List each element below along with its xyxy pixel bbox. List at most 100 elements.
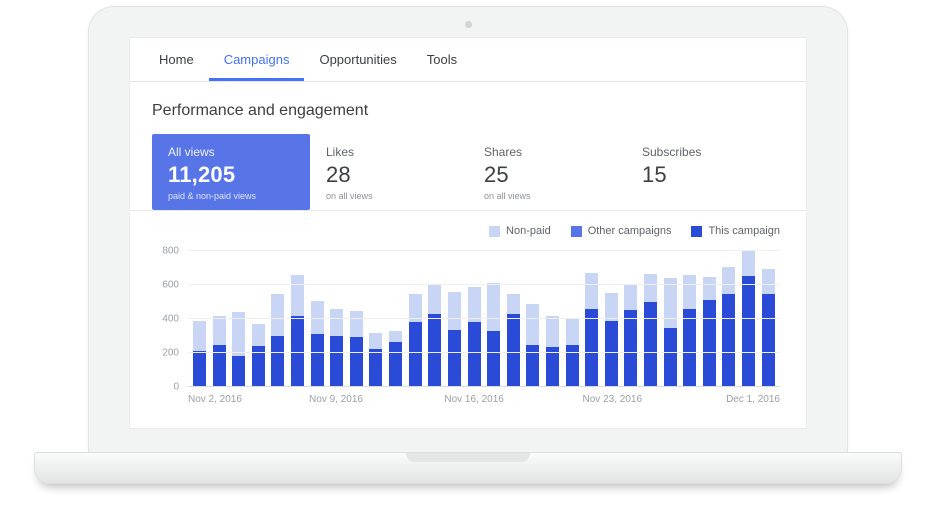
metric-sub: on all views: [484, 191, 610, 201]
nav-tab-home[interactable]: Home: [144, 38, 209, 81]
bar: [664, 251, 677, 387]
x-axis-label: Nov 16, 2016: [444, 394, 504, 405]
chart-legend: Non-paid Other campaigns This campaign: [130, 211, 806, 249]
bar: [428, 251, 441, 387]
x-axis-label: Nov 9, 2016: [309, 394, 363, 405]
bar-segment-this-campaign: [742, 276, 755, 387]
bar-segment-non-paid: [428, 285, 441, 314]
nav-tab-campaigns[interactable]: Campaigns: [209, 38, 305, 81]
y-axis-label: 200: [162, 348, 179, 359]
nav-tab-tools[interactable]: Tools: [412, 38, 472, 81]
bar: [526, 251, 539, 387]
legend-item-this-campaign[interactable]: This campaign: [691, 225, 780, 237]
bar-segment-this-campaign: [350, 337, 363, 387]
bar-segment-this-campaign: [526, 345, 539, 388]
bar-segment-this-campaign: [369, 349, 382, 387]
metric-card-shares[interactable]: Shares25on all views: [468, 134, 626, 210]
chart-area: 0200400600800 Nov 2, 2016 Nov 9, 2016 Nov …: [130, 249, 806, 410]
bar-segment-non-paid: [624, 285, 637, 310]
bar: [350, 251, 363, 387]
bar: [291, 251, 304, 387]
x-axis-label: Dec 1, 2016: [726, 394, 780, 405]
bar-chart: 0200400600800: [188, 251, 780, 387]
laptop-base: [34, 452, 902, 484]
bar-segment-non-paid: [762, 269, 775, 295]
bar-segment-non-paid: [683, 275, 696, 309]
metric-sub: on all views: [326, 191, 452, 201]
legend-label: Other campaigns: [588, 225, 672, 237]
bar-segment-this-campaign: [683, 309, 696, 387]
bar-segment-non-paid: [448, 292, 461, 330]
bar: [369, 251, 382, 387]
laptop-frame: HomeCampaignsOpportunitiesTools Performa…: [88, 6, 848, 456]
laptop-camera: [465, 21, 472, 28]
metric-card-subscribes[interactable]: Subscribes15: [626, 134, 784, 210]
bar-segment-this-campaign: [703, 300, 716, 387]
gridline: [188, 318, 780, 319]
y-axis-label: 0: [173, 382, 179, 393]
gridline: [188, 284, 780, 285]
bar: [232, 251, 245, 387]
bar: [311, 251, 324, 387]
app-window: HomeCampaignsOpportunitiesTools Performa…: [129, 37, 807, 429]
bar: [762, 251, 775, 387]
bar-segment-non-paid: [252, 324, 265, 346]
bar-segment-non-paid: [213, 316, 226, 345]
metric-value: 25: [484, 162, 610, 188]
bar: [213, 251, 226, 387]
bar: [683, 251, 696, 387]
x-axis-label: Nov 2, 2016: [188, 394, 242, 405]
bar-segment-non-paid: [193, 321, 206, 352]
bar-segment-this-campaign: [213, 345, 226, 388]
bar-segment-this-campaign: [468, 322, 481, 387]
bar-segment-non-paid: [291, 275, 304, 316]
bar: [487, 251, 500, 387]
bar: [448, 251, 461, 387]
metric-value: 15: [642, 162, 768, 188]
bar-segment-this-campaign: [389, 342, 402, 387]
metric-card-likes[interactable]: Likes28on all views: [310, 134, 468, 210]
laptop-base-notch: [406, 453, 530, 462]
bar-segment-this-campaign: [330, 336, 343, 387]
gridline: [188, 250, 780, 251]
bar-segment-this-campaign: [448, 330, 461, 387]
legend-item-other-campaigns[interactable]: Other campaigns: [571, 225, 672, 237]
legend-item-non-paid[interactable]: Non-paid: [489, 225, 551, 237]
nav-tab-opportunities[interactable]: Opportunities: [304, 38, 411, 81]
bar-segment-this-campaign: [428, 314, 441, 387]
bar: [468, 251, 481, 387]
bar-segment-non-paid: [507, 294, 520, 314]
bar: [271, 251, 284, 387]
legend-swatch-other-campaigns: [571, 226, 582, 237]
bar-segment-this-campaign: [644, 302, 657, 387]
legend-swatch-non-paid: [489, 226, 500, 237]
bar-segment-non-paid: [742, 251, 755, 276]
bar-segment-non-paid: [605, 293, 618, 321]
bar-segment-non-paid: [703, 277, 716, 301]
bar-segment-this-campaign: [624, 310, 637, 387]
bar: [605, 251, 618, 387]
y-axis-label: 400: [162, 314, 179, 325]
metric-value: 11,205: [168, 162, 294, 188]
bar: [252, 251, 265, 387]
metric-label: Likes: [326, 145, 452, 159]
bar: [703, 251, 716, 387]
y-axis-label: 600: [162, 280, 179, 291]
bar-segment-non-paid: [526, 304, 539, 345]
metric-card-all-views[interactable]: All views11,205paid & non-paid views: [152, 134, 310, 210]
gridline: [188, 386, 780, 387]
bar-segment-this-campaign: [664, 328, 677, 388]
bar-segment-non-paid: [389, 331, 402, 342]
bar-segment-this-campaign: [546, 347, 559, 387]
legend-swatch-this-campaign: [691, 226, 702, 237]
bar: [566, 251, 579, 387]
bar-segment-non-paid: [566, 319, 579, 345]
metric-sub: paid & non-paid views: [168, 191, 294, 201]
bar: [193, 251, 206, 387]
bar-segment-this-campaign: [271, 336, 284, 387]
bar-segment-non-paid: [330, 309, 343, 336]
bar-segment-this-campaign: [722, 294, 735, 388]
bar: [546, 251, 559, 387]
bar-segment-this-campaign: [193, 351, 206, 387]
metric-cards-row: All views11,205paid & non-paid viewsLike…: [130, 134, 806, 211]
